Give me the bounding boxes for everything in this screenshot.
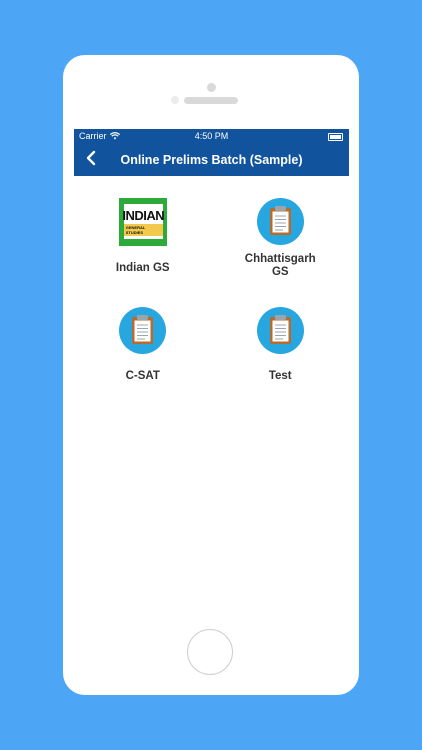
page-title: Online Prelims Batch (Sample) bbox=[120, 153, 303, 167]
tile-indian-gs[interactable]: INDIAN GENERAL STUDIES Indian GS bbox=[74, 198, 212, 293]
nav-bar: Online Prelims Batch (Sample) bbox=[74, 144, 349, 176]
clipboard-icon bbox=[256, 307, 304, 354]
status-time: 4:50 PM bbox=[194, 131, 229, 141]
earpiece-speaker bbox=[184, 97, 238, 104]
front-sensor bbox=[207, 83, 216, 92]
tile-test[interactable]: Test bbox=[212, 307, 350, 402]
cover-subtitle: GENERAL STUDIES bbox=[123, 224, 163, 236]
battery-icon bbox=[328, 133, 343, 141]
tile-label: Indian GS bbox=[115, 262, 170, 274]
back-button[interactable] bbox=[86, 150, 96, 171]
app-screen: Carrier 4:50 PM Online Prelims Batch (Sa… bbox=[74, 129, 349, 629]
tile-label: Test bbox=[268, 370, 292, 382]
status-bar: Carrier 4:50 PM bbox=[74, 129, 349, 144]
tile-label: C-SAT bbox=[125, 370, 160, 382]
category-grid: INDIAN GENERAL STUDIES Indian GS Chhatti… bbox=[74, 176, 349, 402]
cover-title: INDIAN bbox=[122, 208, 165, 223]
home-button[interactable] bbox=[187, 629, 233, 675]
book-cover-icon: INDIAN GENERAL STUDIES bbox=[118, 198, 167, 246]
clipboard-icon bbox=[119, 307, 167, 354]
tile-c-sat[interactable]: C-SAT bbox=[74, 307, 212, 402]
front-camera bbox=[171, 96, 179, 104]
chevron-left-icon bbox=[86, 150, 96, 166]
tile-label: Chhattisgarh GS bbox=[244, 253, 316, 278]
clipboard-icon bbox=[256, 198, 304, 245]
phone-frame: Carrier 4:50 PM Online Prelims Batch (Sa… bbox=[63, 55, 359, 695]
tile-chhattisgarh-gs[interactable]: Chhattisgarh GS bbox=[212, 198, 350, 293]
